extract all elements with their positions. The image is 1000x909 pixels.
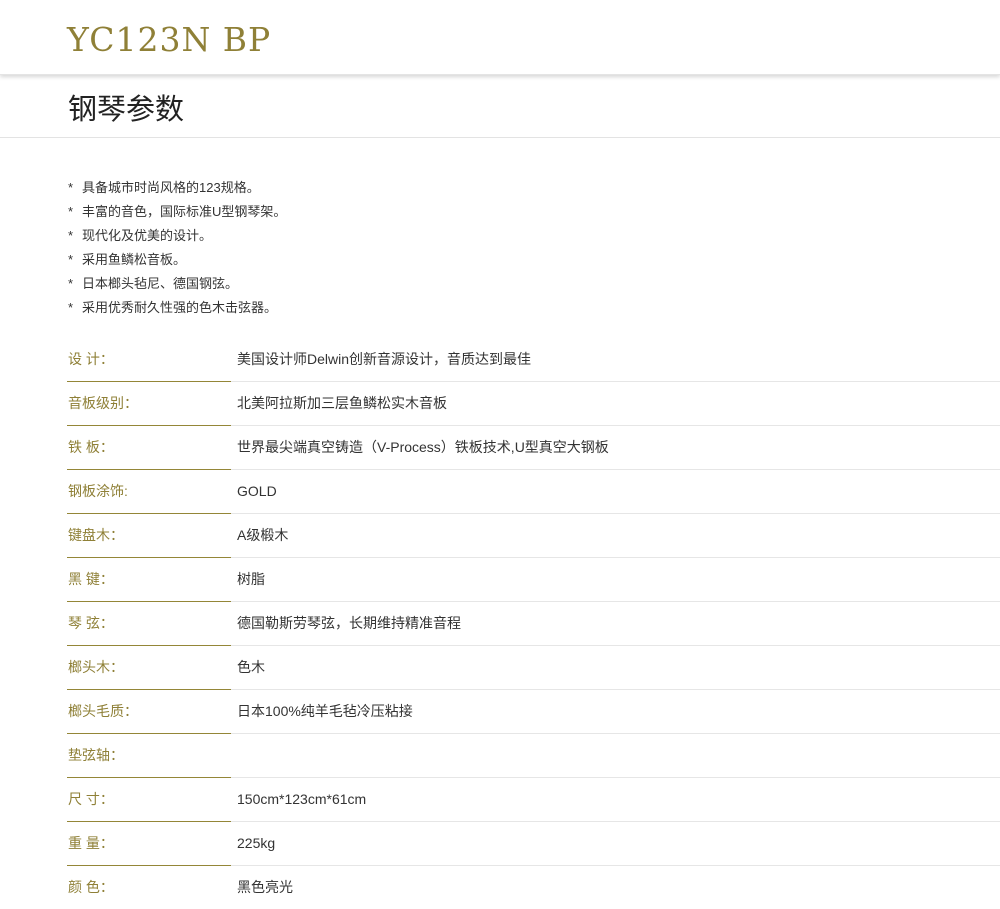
spec-value: 日本100%纯羊毛毡冷压粘接 bbox=[237, 703, 413, 719]
spec-row-plate-finish: 钢板涂饰: GOLD bbox=[67, 470, 1000, 514]
spec-label: 尺 寸： bbox=[68, 791, 114, 807]
bullet-marker: * bbox=[68, 300, 74, 315]
spec-label: 琴 弦： bbox=[68, 615, 114, 631]
spec-value: GOLD bbox=[237, 483, 277, 499]
spec-value: 树脂 bbox=[237, 571, 265, 587]
spec-row-color: 颜 色： 黑色亮光 bbox=[67, 866, 1000, 909]
spec-value: 150cm*123cm*61cm bbox=[237, 791, 367, 807]
spec-row-hammer-wood: 榔头木： 色木 bbox=[67, 646, 1000, 690]
spec-row-black-keys: 黑 键： 树脂 bbox=[67, 558, 1000, 602]
model-title: YC123N BP bbox=[67, 20, 272, 59]
spec-label: 键盘木： bbox=[68, 527, 124, 543]
spec-value: 北美阿拉斯加三层鱼鳞松实木音板 bbox=[237, 395, 447, 411]
spec-label: 重 量： bbox=[68, 835, 114, 851]
spec-label: 钢板涂饰: bbox=[68, 483, 128, 499]
bullet-marker: * bbox=[68, 180, 74, 195]
bullet-marker: * bbox=[68, 252, 74, 267]
spec-value: 225kg bbox=[237, 835, 276, 851]
spec-label: 铁 板： bbox=[68, 439, 114, 455]
spec-label: 垫弦轴： bbox=[68, 747, 124, 763]
bullet-marker: * bbox=[68, 228, 74, 243]
spec-value: A级椴木 bbox=[237, 527, 289, 543]
feature-text: 采用鱼鳞松音板。 bbox=[82, 252, 187, 267]
feature-item: * 采用鱼鳞松音板。 bbox=[68, 248, 286, 272]
spec-row-soundboard: 音板级别： 北美阿拉斯加三层鱼鳞松实木音板 bbox=[67, 382, 1000, 426]
feature-text: 具备城市时尚风格的123规格。 bbox=[82, 180, 260, 195]
spec-row-design: 设 计： 美国设计师Delwin创新音源设计，音质达到最佳 bbox=[67, 338, 1000, 382]
spec-value: 美国设计师Delwin创新音源设计，音质达到最佳 bbox=[237, 351, 532, 367]
spec-value: 色木 bbox=[237, 659, 265, 675]
spec-label: 榔头毛质： bbox=[68, 703, 138, 719]
spec-label: 黑 键： bbox=[68, 571, 114, 587]
spec-row-hammer-felt: 榔头毛质： 日本100%纯羊毛毡冷压粘接 bbox=[67, 690, 1000, 734]
page-title: 钢琴参数 bbox=[68, 94, 185, 126]
feature-text: 日本榔头毡尼、德国钢弦。 bbox=[82, 276, 239, 291]
feature-item: * 日本榔头毡尼、德国钢弦。 bbox=[68, 272, 286, 296]
spec-value: 黑色亮光 bbox=[237, 879, 293, 895]
spec-row-strings: 琴 弦： 德国勒斯劳琴弦，长期维持精准音程 bbox=[67, 602, 1000, 646]
feature-text: 采用优秀耐久性强的色木击弦器。 bbox=[82, 300, 278, 315]
spec-row-pin-block: 垫弦轴： bbox=[67, 734, 1000, 778]
bullet-marker: * bbox=[68, 276, 74, 291]
spec-value: 德国勒斯劳琴弦，长期维持精准音程 bbox=[237, 615, 461, 631]
spec-label: 榔头木： bbox=[68, 659, 124, 675]
spec-row-key-wood: 键盘木： A级椴木 bbox=[67, 514, 1000, 558]
feature-text: 丰富的音色，国际标准U型钢琴架。 bbox=[82, 204, 287, 219]
spec-label: 颜 色： bbox=[68, 879, 114, 895]
spec-row-dimensions: 尺 寸： 150cm*123cm*61cm bbox=[67, 778, 1000, 822]
spec-label: 音板级别： bbox=[68, 395, 138, 411]
feature-text: 现代化及优美的设计。 bbox=[82, 228, 213, 243]
feature-item: * 现代化及优美的设计。 bbox=[68, 224, 286, 248]
spec-row-iron-plate: 铁 板： 世界最尖端真空铸造（V-Process）铁板技术,U型真空大钢板 bbox=[67, 426, 1000, 470]
bullet-marker: * bbox=[68, 204, 74, 219]
feature-item: * 采用优秀耐久性强的色木击弦器。 bbox=[68, 296, 286, 320]
header-bar: YC123N BP bbox=[0, 0, 1000, 75]
spec-value: 世界最尖端真空铸造（V-Process）铁板技术,U型真空大钢板 bbox=[237, 439, 609, 455]
feature-item: * 丰富的音色，国际标准U型钢琴架。 bbox=[68, 200, 286, 224]
spec-row-weight: 重 量： 225kg bbox=[67, 822, 1000, 866]
section-divider bbox=[0, 137, 1000, 138]
feature-item: * 具备城市时尚风格的123规格。 bbox=[68, 176, 286, 200]
spec-label: 设 计： bbox=[68, 351, 114, 367]
spec-table: 设 计： 美国设计师Delwin创新音源设计，音质达到最佳 音板级别： 北美阿拉… bbox=[67, 338, 1000, 909]
feature-list: * 具备城市时尚风格的123规格。 * 丰富的音色，国际标准U型钢琴架。 * 现代化及… bbox=[68, 176, 286, 320]
